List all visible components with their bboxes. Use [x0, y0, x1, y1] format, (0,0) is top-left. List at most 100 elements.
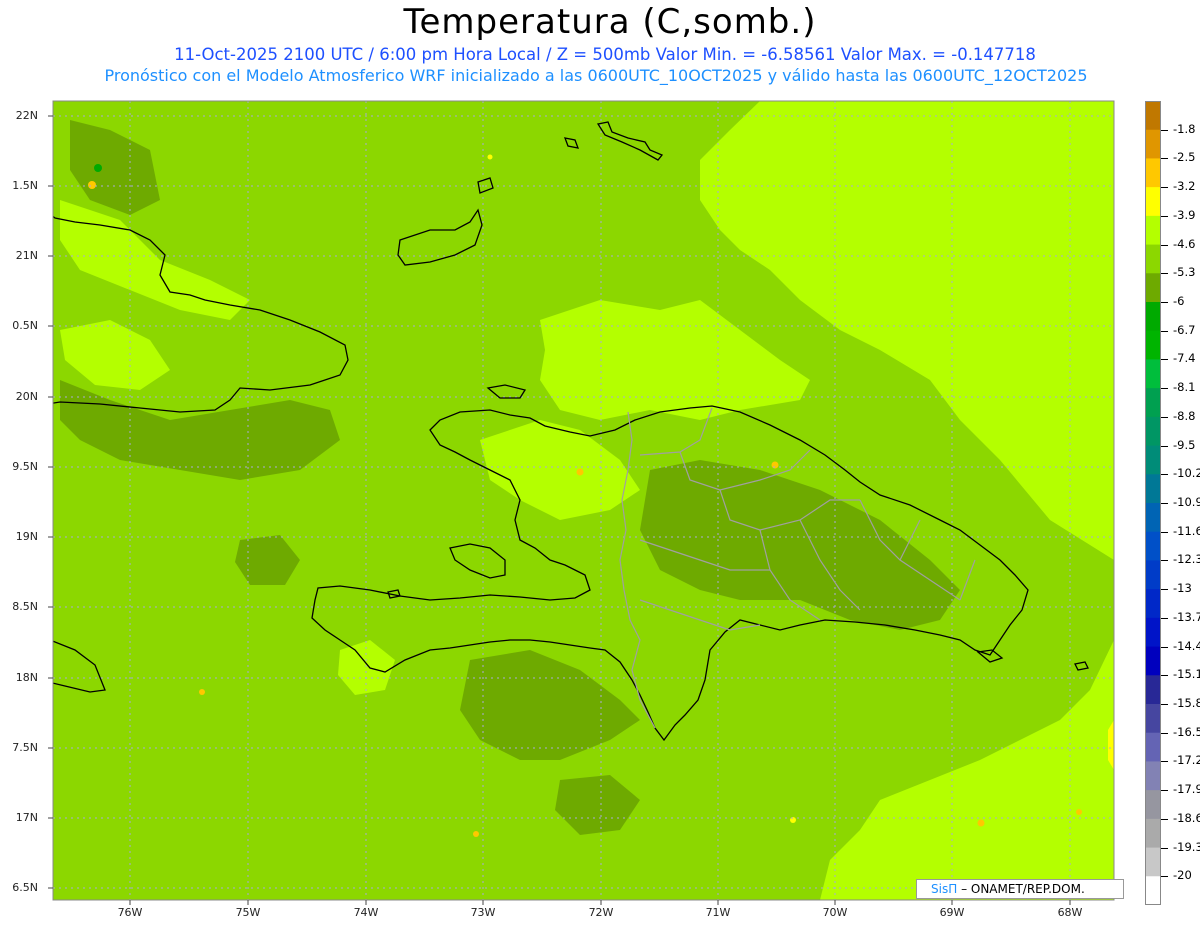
colorbar-label: -10.9 [1173, 495, 1200, 509]
lon-label: 74W [353, 906, 379, 919]
colorbar-swatch [1145, 675, 1161, 705]
colorbar-label: -17.9 [1173, 782, 1200, 796]
colorbar-label: -17.2 [1173, 753, 1200, 767]
lat-label: 18N [15, 671, 38, 684]
colorbar-label: -2.5 [1173, 150, 1196, 164]
colorbar-tick [1161, 704, 1168, 705]
colorbar-swatch [1145, 818, 1161, 849]
colorbar-swatch [1145, 847, 1161, 877]
colorbar-tick [1161, 675, 1168, 676]
colorbar-swatch [1145, 704, 1161, 734]
colorbar-tick [1161, 359, 1168, 360]
colorbar-label: -13 [1173, 581, 1192, 595]
colorbar-swatch [1145, 732, 1161, 762]
colorbar-swatch [1145, 617, 1161, 648]
lat-label: 1.5N [12, 179, 38, 192]
colorbar-tick [1161, 446, 1168, 447]
shaded-field [53, 101, 1114, 900]
colorbar-swatch [1145, 445, 1161, 475]
colorbar-tick [1161, 331, 1168, 332]
colorbar-label: -15.1 [1173, 667, 1200, 681]
field-coldspot [94, 164, 102, 172]
credit-text: – ONAMET/REP.DOM. [961, 882, 1085, 896]
colorbar-swatch [1145, 790, 1161, 820]
colorbar-label: -6 [1173, 294, 1185, 308]
lon-label: 71W [705, 906, 731, 919]
lat-label: 17N [15, 811, 38, 824]
colorbar-tick [1161, 589, 1168, 590]
lat-label: 6.5N [12, 881, 38, 894]
lat-label: 19N [15, 530, 38, 543]
colorbar-tick [1161, 130, 1168, 131]
colorbar-tick [1161, 761, 1168, 762]
lat-label: 9.5N [12, 460, 38, 473]
colorbar-label: -4.6 [1173, 237, 1196, 251]
colorbar-label: -16.5 [1173, 725, 1200, 739]
field-hotspot [1076, 809, 1082, 815]
colorbar-swatch [1145, 359, 1161, 389]
colorbar-swatch [1145, 330, 1161, 360]
colorbar-swatch [1145, 646, 1161, 676]
colorbar-label: -3.2 [1173, 179, 1196, 193]
colorbar-tick [1161, 187, 1168, 188]
colorbar-label: -10.2 [1173, 466, 1200, 480]
colorbar-tick [1161, 302, 1168, 303]
colorbar-label: -5.3 [1173, 265, 1196, 279]
colorbar-swatch [1145, 560, 1161, 590]
colorbar-label: -18.6 [1173, 811, 1200, 825]
field-hotspot [473, 831, 479, 837]
colorbar-tick [1161, 560, 1168, 561]
temperature-map [48, 100, 1115, 905]
lat-label: 22N [15, 109, 38, 122]
colorbar-swatch [1145, 273, 1161, 303]
field-hotspot [199, 689, 205, 695]
colorbar-swatch [1145, 531, 1161, 561]
colorbar-tick [1161, 503, 1168, 504]
field-hotspot [487, 154, 493, 160]
colorbar-swatch [1145, 244, 1161, 274]
colorbar-tick [1161, 273, 1168, 274]
colorbar-tick [1161, 618, 1168, 619]
colorbar-swatch [1145, 158, 1161, 188]
colorbar-label: -8.8 [1173, 409, 1196, 423]
colorbar-swatch [1145, 589, 1161, 619]
credit-box: SisΠ – ONAMET/REP.DOM. [916, 879, 1124, 899]
colorbar-tick [1161, 848, 1168, 849]
lat-label: 0.5N [12, 319, 38, 332]
field-hotspot [977, 819, 985, 827]
colorbar-swatch [1145, 101, 1161, 131]
colorbar-label: -13.7 [1173, 610, 1200, 624]
colorbar-swatch [1145, 302, 1161, 332]
lon-label: 72W [588, 906, 614, 919]
lon-label: 75W [235, 906, 261, 919]
colorbar-label: -3.9 [1173, 208, 1196, 222]
lat-label: 20N [15, 390, 38, 403]
lat-label: 7.5N [12, 741, 38, 754]
colorbar-swatch [1145, 876, 1161, 905]
lat-label: 21N [15, 249, 38, 262]
colorbar-swatch [1145, 388, 1161, 418]
colorbar-label: -15.8 [1173, 696, 1200, 710]
colorbar-swatch [1145, 416, 1161, 447]
colorbar-label: -19.3 [1173, 840, 1200, 854]
colorbar-label: -8.1 [1173, 380, 1196, 394]
colorbar-tick [1161, 790, 1168, 791]
colorbar-tick [1161, 245, 1168, 246]
colorbar-swatch [1145, 187, 1161, 217]
lon-label: 76W [117, 906, 143, 919]
colorbar-tick [1161, 733, 1168, 734]
colorbar-label: -12.3 [1173, 552, 1200, 566]
colorbar-tick [1161, 647, 1168, 648]
colorbar-swatch [1145, 129, 1161, 159]
credit-brand: SisΠ [931, 882, 958, 896]
colorbar-tick [1161, 388, 1168, 389]
colorbar-label: -1.8 [1173, 122, 1196, 136]
field-hotspot [88, 181, 96, 189]
colorbar-tick [1161, 474, 1168, 475]
colorbar-label: -20 [1173, 868, 1192, 882]
colorbar-tick [1161, 216, 1168, 217]
colorbar-label: -7.4 [1173, 351, 1196, 365]
lon-label: 73W [470, 906, 496, 919]
colorbar-label: -11.6 [1173, 524, 1200, 538]
lat-label: 8.5N [12, 600, 38, 613]
